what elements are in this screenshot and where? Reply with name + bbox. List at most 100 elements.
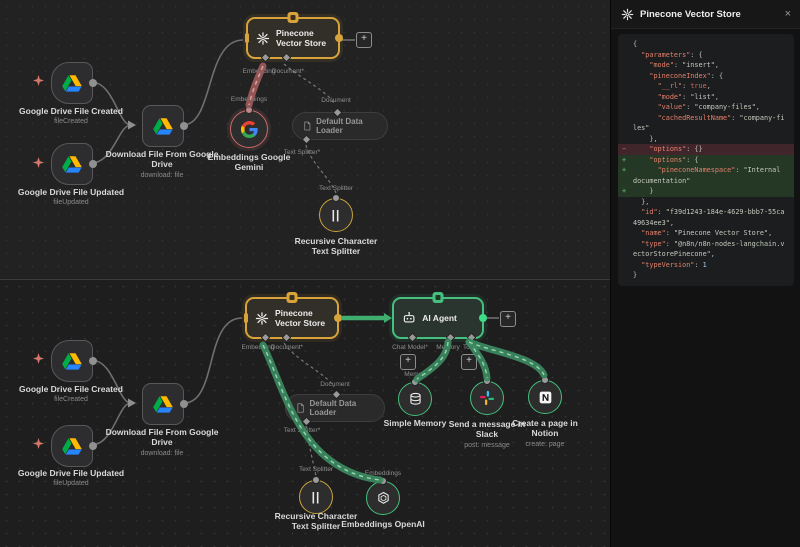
top-connector[interactable] (411, 378, 419, 386)
node-pinecone-vector-store-bottom[interactable]: Pinecone Vector Store (245, 297, 339, 339)
trigger-bolt-icon (33, 438, 44, 449)
connector-label: Text Splitter (306, 185, 366, 192)
node-label: Download File From Google Drive download… (102, 427, 222, 458)
google-drive-icon (152, 117, 174, 136)
workflow-canvas[interactable]: Google Drive File Created fileCreated Go… (0, 0, 610, 547)
output-connector[interactable] (180, 400, 188, 408)
top-connector[interactable] (332, 194, 340, 202)
connector-label: Document (306, 97, 366, 104)
top-connector[interactable] (541, 376, 549, 384)
openai-icon (376, 491, 391, 506)
document-icon (296, 402, 305, 414)
node-label: Google Drive File Created fileCreated (16, 384, 126, 405)
node-label: Google Drive File Updated fileUpdated (16, 187, 126, 208)
connector-label: Document* (261, 344, 313, 351)
node-recursive-text-splitter-bottom[interactable]: || (299, 480, 333, 514)
top-connector[interactable] (312, 476, 320, 484)
node-label: Recursive Character Text Splitter (288, 236, 384, 257)
connector-label: Embeddings (353, 470, 413, 477)
robot-icon (402, 310, 416, 326)
code-line: }, (618, 197, 794, 208)
node-embeddings-google-gemini[interactable] (230, 110, 268, 148)
node-default-data-loader-top[interactable]: Default Data Loader (292, 112, 388, 140)
split-bars-icon: || (332, 208, 341, 222)
code-line: + } (618, 186, 794, 197)
connector-label: Embeddings (214, 96, 284, 103)
top-connector[interactable] (245, 106, 253, 114)
top-connector[interactable] (483, 377, 491, 385)
node-download-file-bottom[interactable] (142, 383, 184, 425)
pinecone-icon (621, 8, 634, 21)
connector-label: Memory (394, 371, 438, 378)
document-icon (303, 120, 311, 132)
output-connector[interactable] (89, 79, 97, 87)
code-line: "cachedResultName": "company-files" (618, 113, 794, 134)
google-drive-icon (61, 155, 83, 174)
code-line: "__rl": true, (618, 81, 794, 92)
connector-label: Text Splitter* (272, 149, 332, 156)
top-connector[interactable] (379, 477, 387, 485)
add-node-button[interactable]: + (500, 311, 516, 327)
node-google-drive-file-updated-top[interactable] (51, 143, 93, 185)
code-line: "pineconeIndex": { (618, 71, 794, 82)
code-block: { "parameters": { "mode": "insert", "pin… (618, 34, 794, 286)
pin-badge (433, 292, 444, 303)
connector-label: Text Splitter* (272, 427, 332, 434)
n8n-workflow-editor: Google Drive File Created fileCreated Go… (0, 0, 800, 547)
code-line: "parameters": { (618, 50, 794, 61)
trigger-bolt-icon (33, 75, 44, 86)
panel-title: Pinecone Vector Store (640, 9, 741, 20)
node-default-data-loader-bottom[interactable]: Default Data Loader (285, 394, 385, 422)
output-connector[interactable] (89, 357, 97, 365)
node-label: Google Drive File Updated fileUpdated (16, 468, 126, 489)
code-line: } (618, 270, 794, 281)
output-connector[interactable] (89, 160, 97, 168)
code-line: + "options": { (618, 155, 794, 166)
node-recursive-text-splitter-top[interactable]: || (319, 198, 353, 232)
node-google-drive-file-created-bottom[interactable] (51, 340, 93, 382)
pinecone-icon (255, 311, 269, 326)
node-title: Pinecone Vector Store (275, 308, 329, 328)
output-connector[interactable] (89, 442, 97, 450)
output-connector[interactable] (180, 122, 188, 130)
node-title: Pinecone Vector Store (276, 28, 330, 48)
code-line: }, (618, 134, 794, 145)
code-line: "typeVersion": 1 (618, 260, 794, 271)
input-connector[interactable] (244, 313, 248, 323)
node-download-file-top[interactable] (142, 105, 184, 147)
node-title: AI Agent (422, 313, 474, 323)
trigger-bolt-icon (33, 157, 44, 168)
add-node-button[interactable]: + (356, 32, 372, 48)
add-tool-button[interactable]: + (461, 354, 477, 370)
panel-header: Pinecone Vector Store × (611, 0, 800, 29)
notion-icon (538, 390, 553, 405)
node-slack[interactable] (470, 381, 504, 415)
split-bars-icon: || (312, 490, 321, 504)
code-line: "id": "f39d1243-184e-4629-bbb7-55ca49634… (618, 207, 794, 228)
connector-label: Document* (262, 68, 314, 75)
node-embeddings-openai[interactable] (366, 481, 400, 515)
output-connector[interactable] (334, 314, 342, 322)
close-icon[interactable]: × (785, 8, 791, 20)
output-connector[interactable] (479, 314, 487, 322)
node-notion[interactable] (528, 380, 562, 414)
add-chat-model-button[interactable]: + (400, 354, 416, 370)
node-details-panel: Pinecone Vector Store × { "parameters": … (610, 0, 800, 547)
code-line: "name": "Pinecone Vector Store", (618, 228, 794, 239)
code-line: "type": "@n8n/n8n-nodes-langchain.vector… (618, 239, 794, 260)
slack-icon (479, 390, 495, 406)
connector-label: Text Splitter (286, 466, 346, 473)
node-pinecone-vector-store-top[interactable]: Pinecone Vector Store (246, 17, 340, 59)
google-drive-icon (61, 352, 83, 371)
node-google-drive-file-updated-bottom[interactable] (51, 425, 93, 467)
node-ai-agent[interactable]: AI Agent (392, 297, 484, 339)
input-connector[interactable] (245, 33, 249, 43)
code-line: + "pineconeNamespace": "Internal documen… (618, 165, 794, 186)
output-connector[interactable] (335, 34, 343, 42)
code-line: "mode": "list", (618, 92, 794, 103)
google-g-icon (241, 121, 258, 138)
node-google-drive-file-created-top[interactable] (51, 62, 93, 104)
node-simple-memory[interactable] (398, 382, 432, 416)
pin-badge (287, 292, 298, 303)
database-icon (408, 391, 423, 407)
